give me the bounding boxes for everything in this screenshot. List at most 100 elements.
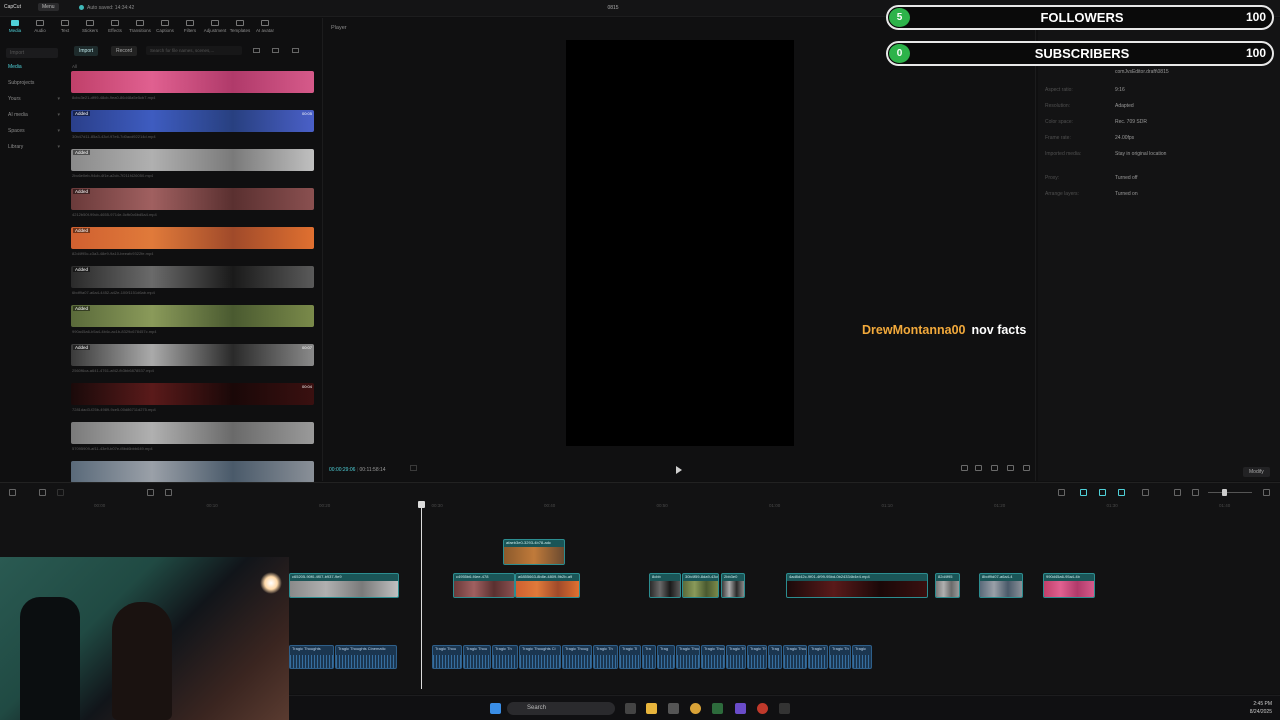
audio-clip[interactable]: Tragic Thou [676,645,700,669]
file-explorer-icon[interactable] [646,703,657,714]
discord-icon[interactable] [735,703,746,714]
tool-tab-captions[interactable]: Captions [153,20,177,33]
audio-clip[interactable]: Trag [768,645,782,669]
snap-icon[interactable] [1118,489,1125,496]
quality-icon[interactable] [975,465,982,471]
overlay-clip[interactable]: afaeb3e0-3293-4b78-adc [503,539,565,565]
ratio-icon[interactable] [1007,465,1014,471]
video-clip[interactable]: 2bb3e0 [721,573,745,598]
xbox-icon[interactable] [712,703,723,714]
media-clip[interactable]: Added [71,149,314,171]
audio-clip[interactable]: Tragic Thoughts [289,645,334,669]
timecode-settings-icon[interactable] [410,465,417,471]
audio-clip[interactable]: Trag [657,645,675,669]
nav-item-yours[interactable]: Yours ▾ [8,96,60,102]
crop-icon[interactable] [165,489,172,496]
tool-tab-stickers[interactable]: Stickers [78,20,102,33]
audio-clip[interactable]: Tragic Ti [619,645,641,669]
media-clip[interactable]: Added [71,227,314,249]
audio-clip[interactable]: Tragic Thou [432,645,462,669]
record-button[interactable]: Record [111,46,138,56]
import-button[interactable]: Import [74,46,99,56]
chrome-icon[interactable] [690,703,701,714]
preview-axis-icon[interactable] [1142,489,1149,496]
audio-clip[interactable]: Tragic Th [726,645,746,669]
zoom-slider-handle[interactable] [1222,489,1227,496]
video-clip[interactable]: 82d4f95 [935,573,960,598]
obs-icon[interactable] [757,703,768,714]
freeze-icon[interactable] [147,489,154,496]
zoom-slider[interactable] [1208,492,1252,493]
media-clip[interactable]: Added [71,305,314,327]
undo-icon[interactable] [39,489,46,496]
capcut-icon[interactable] [779,703,790,714]
audio-clip[interactable]: Tragic Th [747,645,767,669]
play-icon[interactable] [676,466,682,474]
audio-clip[interactable]: Tragic T [808,645,828,669]
media-search-input[interactable]: Search for file names, scenes,... [146,46,242,55]
tool-tab-templates[interactable]: Templates [228,20,252,33]
zoom-fit-icon[interactable] [961,465,968,471]
nav-item-spaces[interactable]: Spaces ▾ [8,128,60,134]
media-clip[interactable]: Added [71,266,314,288]
video-clip[interactable]: a6855663-8b8e-4809-9b2b-a9 [515,573,580,598]
video-clip[interactable]: 30b4f59-8da9-43cf-9 [682,573,719,598]
video-clip[interactable]: 4ad8d42c-9f01-4f99-95bd-0b24334b4e4.mp4 [786,573,928,598]
video-clip[interactable]: c4955b6-f4ee-478 [453,573,515,598]
select-tool-icon[interactable] [9,489,16,496]
zoom-plus-icon[interactable] [1263,489,1270,496]
mic-icon[interactable] [1058,489,1065,496]
zoom-minus-icon[interactable] [1192,489,1199,496]
nav-item-subprojects[interactable]: Subprojects [8,80,60,86]
tool-tab-ai-avatar[interactable]: AI avatar [253,20,277,33]
media-clip[interactable]: 00:04 [71,383,314,405]
sort-icon[interactable] [272,48,279,53]
preview-canvas[interactable] [566,40,794,446]
audio-clip[interactable]: Tragic Th [492,645,518,669]
magnet-icon[interactable] [1099,489,1106,496]
filter-icon[interactable] [292,48,299,53]
view-toggle-icon[interactable] [253,48,260,53]
tool-tab-media[interactable]: Media [3,20,27,33]
zoom-out-icon[interactable] [1174,489,1181,496]
fullscreen-icon[interactable] [1023,465,1030,471]
media-clip[interactable] [71,422,314,444]
audio-clip[interactable]: Tragic Thoug [783,645,807,669]
nav-item-ai-media[interactable]: AI media ▾ [8,112,60,118]
nav-item-library[interactable]: Library ▾ [8,144,60,150]
media-clip[interactable] [71,71,314,93]
modify-button[interactable]: Modify [1243,467,1270,477]
audio-clip[interactable]: Tra [642,645,656,669]
video-clip[interactable]: 8cbb [649,573,681,598]
audio-clip[interactable]: Tragic Thou [701,645,725,669]
tool-tab-transitions[interactable]: Transitions [128,20,152,33]
audio-clip[interactable]: Tragic [852,645,872,669]
store-icon[interactable] [668,703,679,714]
task-view-icon[interactable] [625,703,636,714]
focus-icon[interactable] [991,465,998,471]
playhead[interactable] [418,501,425,689]
nav-item-media[interactable]: Media [8,64,60,70]
video-clip[interactable]: c65205-90f0-4f07-b937-9e9 [289,573,399,598]
audio-clip[interactable]: Tragic Thoughts Cinematic [335,645,397,669]
audio-clip[interactable]: Tragic Thoug [562,645,592,669]
tool-tab-filters[interactable]: Filters [178,20,202,33]
media-clip[interactable]: Added 00:05 [71,110,314,132]
nav-import[interactable]: Import [6,48,58,58]
tool-tab-text[interactable]: Text [53,20,77,33]
media-clip[interactable]: Added 00:07 [71,344,314,366]
taskbar-search[interactable]: Search [507,702,615,715]
audio-clip[interactable]: Tragic Thoughts Ci [519,645,561,669]
tool-tab-effects[interactable]: Effects [103,20,127,33]
audio-clip[interactable]: Tragic Th [829,645,851,669]
tool-tab-audio[interactable]: Audio [28,20,52,33]
video-clip[interactable]: 990d45a6-95a4-4b [1043,573,1095,598]
link-icon[interactable] [1080,489,1087,496]
redo-icon[interactable] [57,489,64,496]
video-clip[interactable]: 8bdf9d07-a6a4-4 [979,573,1023,598]
audio-clip[interactable]: Tragic Th [593,645,618,669]
media-clip[interactable]: Added [71,188,314,210]
windows-start-icon[interactable] [490,703,501,714]
media-clip[interactable] [71,461,314,483]
audio-clip[interactable]: Tragic Thou [463,645,491,669]
